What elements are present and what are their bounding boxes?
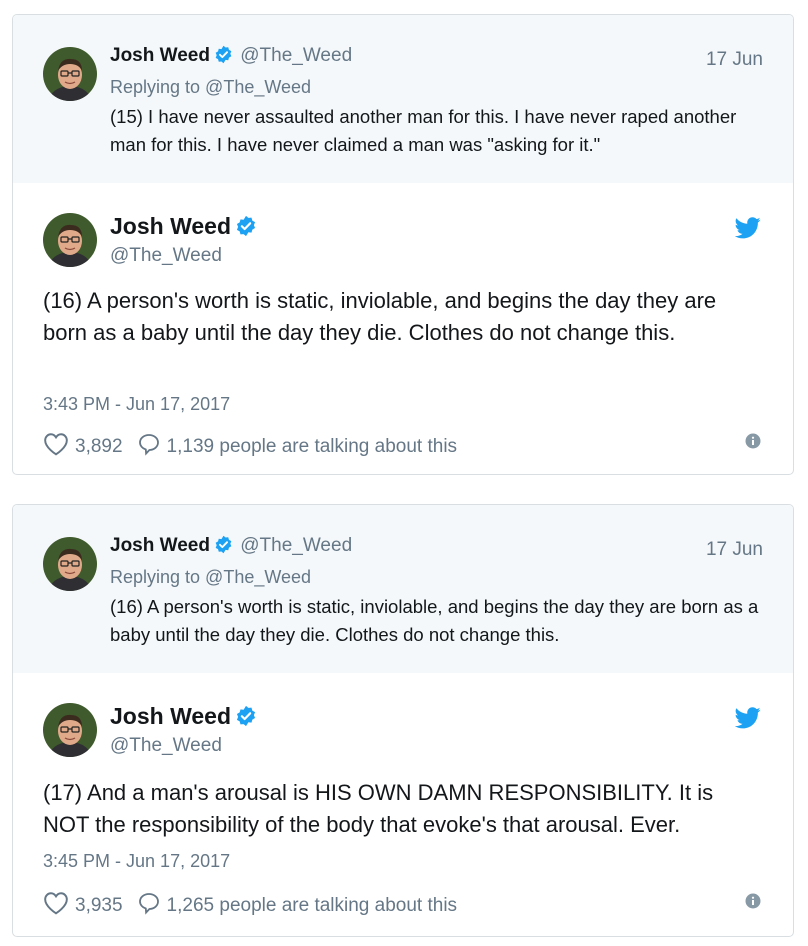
reply-text: (16) A person's worth is static, inviola… [110,596,759,645]
main-tweet: Josh Weed @The_Weed (16) A person's wort… [13,183,793,473]
replying-to[interactable]: Replying to @The_Weed [110,77,311,98]
author-handle[interactable]: @The_Weed [110,245,222,267]
twitter-bird-icon[interactable] [734,707,761,734]
heart-icon[interactable] [43,432,69,462]
author-name-row: Josh Weed [110,213,259,243]
avatar[interactable] [43,213,97,267]
tweet-date[interactable]: 17 Jun [706,539,763,561]
talking-count[interactable]: 1,265 people are talking about this [167,895,458,917]
reply-text: (15) I have never assaulted another man … [110,106,737,155]
twitter-bird-icon[interactable] [734,217,761,244]
comment-bubble-icon[interactable] [137,432,161,462]
verified-badge-icon [235,705,257,733]
author-name[interactable]: Josh Weed [110,703,231,729]
parent-tweet[interactable]: Josh Weed @The_Weed 17 Jun Replying to @… [13,15,793,183]
info-icon[interactable] [745,893,761,914]
tweet-text: (16) A person's worth is static, inviola… [43,288,717,345]
like-count[interactable]: 3,935 [75,895,123,917]
author-handle[interactable]: @The_Weed [240,45,352,66]
avatar[interactable] [43,47,97,101]
heart-icon[interactable] [43,891,69,921]
like-count[interactable]: 3,892 [75,436,123,458]
comment-bubble-icon[interactable] [137,891,161,921]
avatar[interactable] [43,537,97,591]
avatar[interactable] [43,703,97,757]
verified-badge-icon [214,45,233,70]
info-icon[interactable] [745,433,761,454]
tweet-embed: Josh Weed @The_Weed 17 Jun Replying to @… [12,504,794,937]
talking-count[interactable]: 1,139 people are talking about this [167,436,458,458]
verified-badge-icon [214,535,233,560]
author-name[interactable]: Josh Weed [110,45,210,66]
parent-tweet[interactable]: Josh Weed @The_Weed 17 Jun Replying to @… [13,505,793,673]
tweet-text: (17) And a man's arousal is HIS OWN DAMN… [43,780,714,837]
reply-header: Josh Weed @The_Weed [110,45,352,70]
timestamp[interactable]: 3:43 PM - Jun 17, 2017 [43,394,230,415]
author-name[interactable]: Josh Weed [110,213,231,239]
timestamp[interactable]: 3:45 PM - Jun 17, 2017 [43,851,230,872]
tweet-actions: 3,892 1,139 people are talking about thi… [43,432,457,462]
author-handle[interactable]: @The_Weed [110,735,222,757]
main-tweet: Josh Weed @The_Weed (17) And a man's aro… [13,673,793,935]
verified-badge-icon [235,215,257,243]
author-name[interactable]: Josh Weed [110,535,210,556]
author-name-row: Josh Weed [110,703,259,733]
tweet-embed: Josh Weed @The_Weed 17 Jun Replying to @… [12,14,794,475]
tweet-actions: 3,935 1,265 people are talking about thi… [43,891,457,921]
replying-to[interactable]: Replying to @The_Weed [110,567,311,588]
reply-header: Josh Weed @The_Weed [110,535,352,560]
tweet-date[interactable]: 17 Jun [706,49,763,71]
author-handle[interactable]: @The_Weed [240,535,352,556]
